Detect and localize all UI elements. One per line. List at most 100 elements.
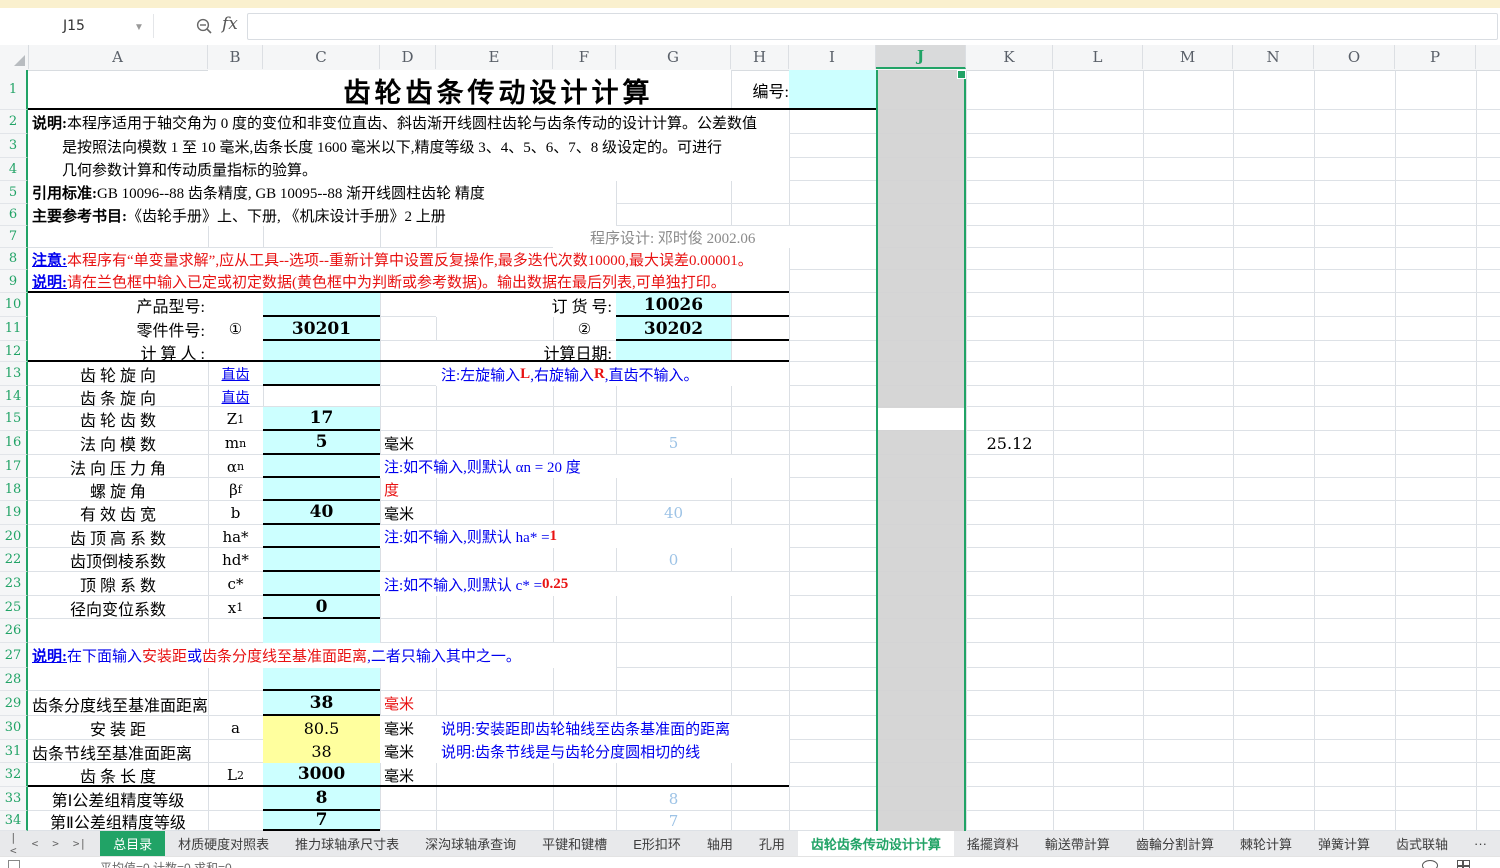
tab-gear-coupling[interactable]: 齿式联轴 <box>1383 831 1461 856</box>
tab-hole-use[interactable]: 孔用 <box>746 831 798 856</box>
input-mn[interactable]: 5 <box>263 431 380 455</box>
row-header-2[interactable]: 2 <box>0 110 28 134</box>
row-header-34[interactable]: 34 <box>0 811 28 831</box>
input-calc-date[interactable] <box>616 341 731 362</box>
first-sheet-button[interactable]: |< <box>10 831 18 856</box>
input-hd[interactable] <box>263 548 380 572</box>
col-header-i[interactable]: I <box>789 45 876 69</box>
link-straight-teeth[interactable]: 直齿 <box>222 364 250 384</box>
row-header-9[interactable]: 9 <box>0 270 28 293</box>
row-header-4[interactable]: 4 <box>0 158 28 181</box>
row-header-15[interactable]: 15 <box>0 407 28 431</box>
row-header-1[interactable]: 1 <box>0 70 28 110</box>
row-header-18[interactable]: 18 <box>0 478 28 501</box>
row-header-11[interactable]: 11 <box>0 317 28 341</box>
col-header-o[interactable]: O <box>1314 45 1395 69</box>
row-header-31[interactable]: 31 <box>0 740 28 763</box>
row-header-33[interactable]: 33 <box>0 787 28 811</box>
input-spare-2[interactable] <box>263 668 380 691</box>
link-straight-teeth[interactable]: 直齿 <box>222 387 250 407</box>
tab-main-directory[interactable]: 总目录 <box>100 831 165 856</box>
input-alpha-n[interactable] <box>263 455 380 478</box>
col-header-k[interactable]: K <box>966 45 1053 69</box>
input-ha[interactable] <box>263 525 380 548</box>
input-c[interactable] <box>263 572 380 596</box>
input-pitchline-distance[interactable]: 38 <box>263 691 380 716</box>
input-tolerance-2[interactable]: 7 <box>263 811 380 831</box>
col-header-j-selected[interactable]: J <box>876 45 966 69</box>
row-header-27[interactable]: 27 <box>0 643 28 668</box>
row-header-23[interactable]: 23 <box>0 572 28 596</box>
cell-number-input[interactable] <box>789 70 876 110</box>
row-header-29[interactable]: 29 <box>0 691 28 716</box>
row-header-30[interactable]: 30 <box>0 716 28 740</box>
last-sheet-button[interactable]: >| <box>73 837 86 850</box>
tab-conveyor-calc[interactable]: 輸送帶計算 <box>1032 831 1123 856</box>
row-header-28[interactable]: 28 <box>0 668 28 691</box>
col-header-m[interactable]: M <box>1143 45 1233 69</box>
input-b[interactable]: 40 <box>263 501 380 525</box>
col-header-a[interactable]: A <box>28 45 208 69</box>
input-tolerance-1[interactable]: 8 <box>263 787 380 811</box>
tab-gear-division-calc[interactable]: 齒輪分割計算 <box>1123 831 1227 856</box>
col-header-d[interactable]: D <box>380 45 436 69</box>
tab-deep-groove-bearing[interactable]: 深沟球轴承查询 <box>412 831 529 856</box>
row-header-8[interactable]: 8 <box>0 248 28 270</box>
col-header-n[interactable]: N <box>1233 45 1314 69</box>
row-header-25[interactable]: 25 <box>0 596 28 619</box>
col-header-p[interactable]: P <box>1395 45 1476 69</box>
value-part-1[interactable]: 30201 <box>263 317 380 341</box>
row-header-22[interactable]: 22 <box>0 548 28 572</box>
tab-flat-key[interactable]: 平键和键槽 <box>529 831 620 856</box>
row-header-32[interactable]: 32 <box>0 763 28 787</box>
input-beta-f[interactable] <box>263 478 380 501</box>
value-order-number[interactable]: 10026 <box>616 293 731 317</box>
row-header-3[interactable]: 3 <box>0 134 28 158</box>
input-gear-hand[interactable] <box>263 362 380 386</box>
tab-ratchet-calc[interactable]: 棘轮计算 <box>1227 831 1305 856</box>
selection-handle[interactable] <box>957 70 966 79</box>
tab-swing-data[interactable]: 搖擺資料 <box>954 831 1032 856</box>
grid-view-icon[interactable] <box>1457 860 1470 868</box>
col-header-c[interactable]: C <box>263 45 380 69</box>
tab-material-hardness[interactable]: 材质硬度对照表 <box>165 831 282 856</box>
select-all-corner[interactable] <box>0 45 29 69</box>
input-product-model[interactable] <box>263 293 380 317</box>
row-header-17[interactable]: 17 <box>0 455 28 478</box>
row-header-13[interactable]: 13 <box>0 362 28 386</box>
row-header-26[interactable]: 26 <box>0 619 28 643</box>
col-header-b[interactable]: B <box>208 45 263 69</box>
row-header-6[interactable]: 6 <box>0 204 28 226</box>
value-part-2[interactable]: 30202 <box>616 317 731 341</box>
tab-shaft-use[interactable]: 轴用 <box>694 831 746 856</box>
active-cell-j15[interactable] <box>878 408 964 430</box>
row-header-14[interactable]: 14 <box>0 386 28 407</box>
prev-sheet-button[interactable]: < <box>32 837 39 850</box>
input-z1[interactable]: 17 <box>263 407 380 431</box>
input-x1[interactable]: 0 <box>263 596 380 619</box>
col-header-g[interactable]: G <box>616 45 731 69</box>
more-tabs-button[interactable]: ··· <box>1461 831 1500 856</box>
symbol-hd: hd* <box>208 548 263 572</box>
input-calculator[interactable] <box>263 341 380 362</box>
row-header-10[interactable]: 10 <box>0 293 28 317</box>
col-header-h[interactable]: H <box>731 45 789 69</box>
tab-spring-calc[interactable]: 弹簧计算 <box>1305 831 1383 856</box>
col-header-l[interactable]: L <box>1053 45 1143 69</box>
input-spare[interactable] <box>263 619 380 643</box>
tab-thrust-bearing[interactable]: 推力球轴承尺寸表 <box>282 831 412 856</box>
row-header-19[interactable]: 19 <box>0 501 28 525</box>
next-sheet-button[interactable]: > <box>52 837 59 850</box>
row-header-20[interactable]: 20 <box>0 525 28 548</box>
row-header-12[interactable]: 12 <box>0 341 28 362</box>
input-rack-length[interactable]: 3000 <box>263 763 380 787</box>
col-header-f[interactable]: F <box>553 45 616 69</box>
tab-e-ring[interactable]: E形扣环 <box>620 831 694 856</box>
row-header-7[interactable]: 7 <box>0 226 28 248</box>
tab-gear-rack-calc-active[interactable]: 齿轮齿条传动设计计算 <box>798 831 954 856</box>
eye-icon[interactable] <box>1422 860 1438 868</box>
row-header-5[interactable]: 5 <box>0 181 28 204</box>
row-header-16[interactable]: 16 <box>0 431 28 455</box>
col-header-e[interactable]: E <box>436 45 553 69</box>
selected-column-j[interactable] <box>878 70 964 831</box>
